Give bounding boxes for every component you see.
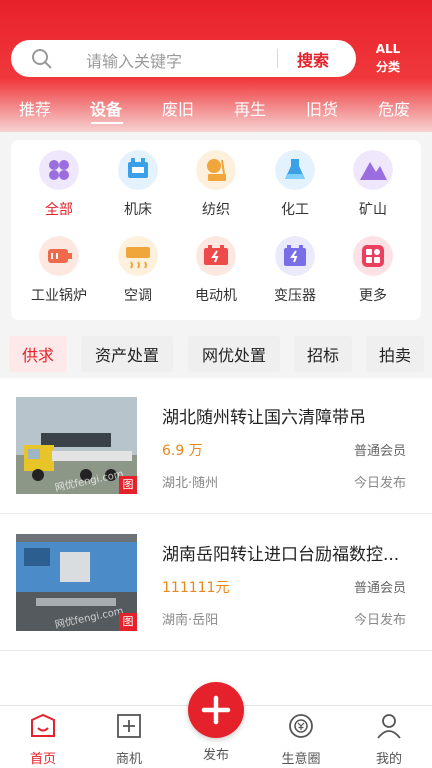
search-divider xyxy=(277,49,278,68)
add-note-icon xyxy=(117,714,141,738)
search-icon xyxy=(32,49,52,69)
listing-member-level: 普通会员 xyxy=(353,444,406,459)
category-label: 更多 xyxy=(359,288,387,304)
mountain-icon xyxy=(353,150,393,190)
category-label: 化工 xyxy=(281,202,309,218)
listing-list: 网优fengi.com 图 湖北随州转让国六清障带吊 6.9 万 普通会员 湖北… xyxy=(0,378,432,708)
category-electric-motor[interactable]: 电动机 xyxy=(175,236,257,305)
listing-price: 111111元 xyxy=(162,580,230,596)
category-label: 变压器 xyxy=(274,288,316,304)
listing-member-level: 普通会员 xyxy=(353,581,406,596)
listing-title[interactable]: 湖北随州转让国六清障带吊 xyxy=(162,403,412,428)
listing-title[interactable]: 湖南岳阳转让进口台励福数控... xyxy=(162,540,412,565)
nav-business-circle[interactable]: 生意圈 xyxy=(258,706,344,768)
category-more[interactable]: 更多 xyxy=(332,236,414,305)
search-bar[interactable]: 请输入关键字 搜索 xyxy=(11,40,356,77)
chip-auction[interactable]: 拍卖 xyxy=(366,336,424,372)
nav-label: 商机 xyxy=(115,752,142,767)
category-machine-tool[interactable]: 机床 xyxy=(97,150,179,219)
category-label: 工业锅炉 xyxy=(31,288,87,304)
image-badge: 图 xyxy=(119,613,137,631)
listing-thumbnail[interactable]: 网优fengi.com 图 xyxy=(16,397,137,494)
search-input[interactable]: 请输入关键字 xyxy=(86,48,182,72)
chip-asset-disposal[interactable]: 资产处置 xyxy=(81,336,173,372)
publish-label: 发布 xyxy=(202,748,229,763)
category-mining[interactable]: 矿山 xyxy=(332,150,414,219)
listing-item[interactable]: 网优fengi.com 图 湖北随州转让国六清障带吊 6.9 万 普通会员 湖北… xyxy=(0,378,432,514)
category-label: 电动机 xyxy=(195,288,237,304)
category-label: 机床 xyxy=(124,202,152,218)
active-tab-indicator xyxy=(91,122,123,124)
flask-icon xyxy=(275,150,315,190)
chip-supply-demand[interactable]: 供求 xyxy=(9,336,67,372)
listing-location: 湖北·随州 xyxy=(162,476,219,491)
filter-chips: 供求 资产处置 网优处置 招标 拍卖 xyxy=(0,336,432,374)
nav-label: 我的 xyxy=(375,752,402,767)
listing-posted-time: 今日发布 xyxy=(353,476,406,491)
more-apps-icon xyxy=(353,236,393,276)
search-button[interactable]: 搜索 xyxy=(297,47,329,71)
boiler-icon xyxy=(39,236,79,276)
nav-label: 首页 xyxy=(29,752,56,767)
listing-thumbnail[interactable]: 网优fengi.com 图 xyxy=(16,534,137,631)
battery-motor-icon xyxy=(196,236,236,276)
tab-recommend[interactable]: 推荐 xyxy=(19,96,51,120)
nav-label: 生意圈 xyxy=(281,752,321,767)
all-categories-line1: ALL xyxy=(375,42,401,56)
chip-wangyou-disposal[interactable]: 网优处置 xyxy=(188,336,280,372)
category-label: 纺织 xyxy=(202,202,230,218)
category-label: 全部 xyxy=(45,202,73,218)
listing-location: 湖南·岳阳 xyxy=(162,613,219,628)
nav-business[interactable]: 商机 xyxy=(86,706,172,768)
nav-profile[interactable]: 我的 xyxy=(346,706,432,768)
tab-scrap[interactable]: 废旧 xyxy=(162,96,194,120)
tab-recycled[interactable]: 再生 xyxy=(234,96,266,120)
transformer-icon xyxy=(275,236,315,276)
grid-flower-icon xyxy=(39,150,79,190)
nav-home[interactable]: 首页 xyxy=(0,706,86,768)
air-conditioner-icon xyxy=(118,236,158,276)
tab-used-goods[interactable]: 旧货 xyxy=(306,96,338,120)
machine-tool-icon xyxy=(118,150,158,190)
tab-hazardous-waste[interactable]: 危废 xyxy=(378,96,410,120)
chip-tender[interactable]: 招标 xyxy=(294,336,352,372)
listing-price: 6.9 万 xyxy=(162,443,203,459)
image-badge: 图 xyxy=(119,476,137,494)
category-chemical[interactable]: 化工 xyxy=(254,150,336,219)
category-air-conditioner[interactable]: 空调 xyxy=(97,236,179,305)
user-icon xyxy=(377,714,401,739)
category-label: 空调 xyxy=(124,288,152,304)
header: 请输入关键字 搜索 ALL 分类 推荐 设备 废旧 再生 旧货 危废 xyxy=(0,0,432,132)
all-categories-line2: 分类 xyxy=(375,60,400,74)
publish-button[interactable] xyxy=(188,682,244,738)
listing-item[interactable]: 网优fengi.com 图 湖南岳阳转让进口台励福数控... 111111元 普… xyxy=(0,515,432,651)
category-label: 矿山 xyxy=(359,202,387,218)
category-industrial-boiler[interactable]: 工业锅炉 xyxy=(18,236,100,305)
plus-icon xyxy=(201,695,231,725)
home-icon xyxy=(31,713,55,737)
yuan-coin-icon xyxy=(289,714,313,738)
category-tabs: 推荐 设备 废旧 再生 旧货 危废 xyxy=(0,92,432,126)
category-textile[interactable]: 纺织 xyxy=(175,150,257,219)
category-grid: 全部 机床 纺织 化工 矿山 工业锅炉 空调 电动机 变压器 更多 xyxy=(11,140,421,320)
textile-icon xyxy=(196,150,236,190)
category-all[interactable]: 全部 xyxy=(18,150,100,219)
category-transformer[interactable]: 变压器 xyxy=(254,236,336,305)
listing-posted-time: 今日发布 xyxy=(353,613,406,628)
tab-equipment[interactable]: 设备 xyxy=(90,96,122,120)
all-categories-button[interactable]: ALL 分类 xyxy=(370,40,406,76)
